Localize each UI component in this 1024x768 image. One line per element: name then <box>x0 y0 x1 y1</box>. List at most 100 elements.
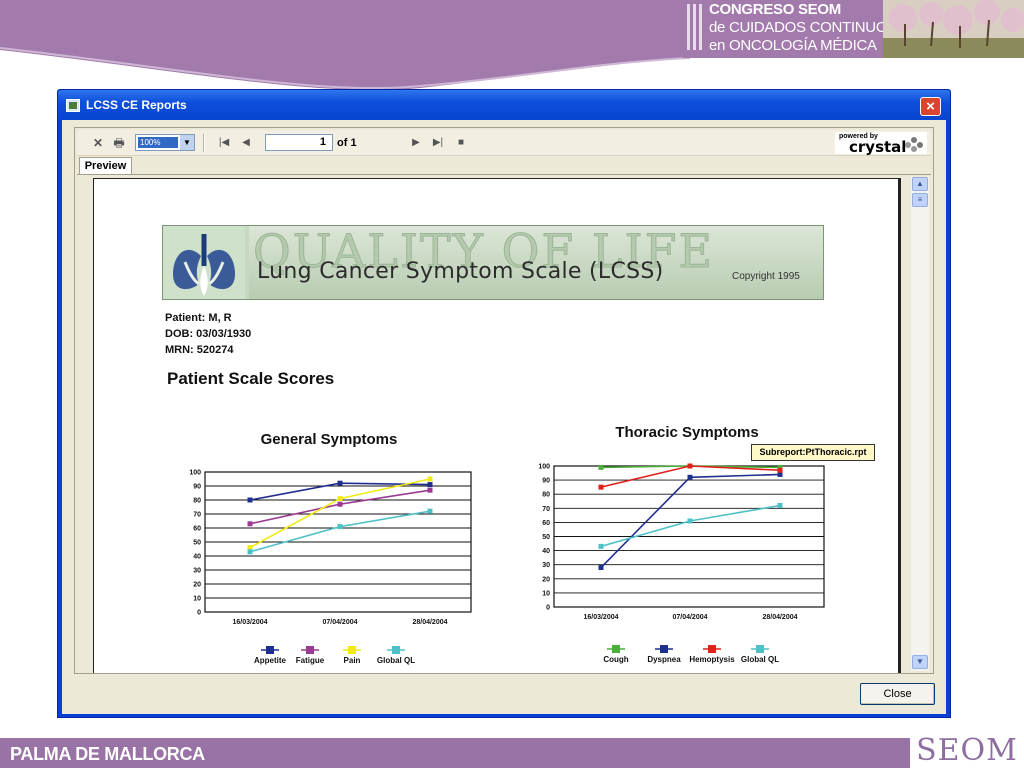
slide-header: CONGRESO SEOM de CUIDADOS CONTINUOS en O… <box>0 0 1024 100</box>
first-page-icon[interactable]: |◀ <box>217 134 231 152</box>
zoom-select[interactable]: 100% ▼ <box>135 134 195 151</box>
x-tick-label: 28/04/2004 <box>412 619 447 626</box>
report-viewer: ✕ 🖶 100% ▼ |◀ ◀ 1 of 1 ▶ ▶| ■ powered by… <box>74 127 934 674</box>
y-tick-label: 100 <box>189 470 201 477</box>
slide-footer: PALMA DE MALLORCA SEOM <box>0 734 1024 768</box>
conference-line-3: en ONCOLOGÍA MÉDICA <box>709 37 877 54</box>
y-tick-label: 90 <box>193 484 201 491</box>
footer-city: PALMA DE MALLORCA <box>10 744 205 764</box>
previous-page-icon[interactable]: ◀ <box>239 134 253 152</box>
tab-preview[interactable]: Preview <box>79 157 132 174</box>
data-point <box>598 543 604 549</box>
orchard-photo <box>883 0 1024 58</box>
page-number-input[interactable]: 1 <box>265 134 333 151</box>
data-point <box>337 480 343 486</box>
scroll-thumb[interactable]: ≡ <box>912 193 928 207</box>
toolbar-divider <box>203 134 205 152</box>
presentation-slide: CONGRESO SEOM de CUIDADOS CONTINUOS en O… <box>0 0 1024 768</box>
legend-label: Global QL <box>377 656 415 665</box>
y-tick-label: 70 <box>542 506 550 513</box>
data-point <box>598 464 604 470</box>
data-point <box>687 518 693 524</box>
x-tick-label: 07/04/2004 <box>322 619 357 626</box>
y-tick-label: 0 <box>197 610 201 617</box>
legend-label: Global QL <box>741 655 779 664</box>
data-point <box>427 476 433 482</box>
legend-marker <box>660 645 668 653</box>
data-point <box>777 467 783 473</box>
y-tick-label: 0 <box>546 605 550 612</box>
y-tick-label: 10 <box>193 596 201 603</box>
data-point <box>337 496 343 502</box>
close-button[interactable]: Close <box>860 683 935 705</box>
y-tick-label: 50 <box>542 534 550 541</box>
conference-logo: CONGRESO SEOM de CUIDADOS CONTINUOS en O… <box>683 0 897 58</box>
chevron-down-icon[interactable]: ▼ <box>180 135 194 150</box>
x-tick-label: 07/04/2004 <box>672 614 707 621</box>
data-point <box>337 501 343 507</box>
vertical-scrollbar[interactable]: ▲ ≡ ▼ <box>911 177 929 671</box>
data-point <box>777 502 783 508</box>
window-close-button[interactable]: × <box>920 97 941 116</box>
x-tick-label: 16/03/2004 <box>232 619 267 626</box>
lcss-reports-window: LCSS CE Reports × ✕ 🖶 100% ▼ |◀ ◀ 1 of 1 <box>57 89 951 718</box>
close-view-icon[interactable]: ✕ <box>91 134 105 152</box>
x-tick-label: 16/03/2004 <box>583 614 618 621</box>
y-tick-label: 80 <box>193 498 201 505</box>
legend-marker <box>756 645 764 653</box>
conference-line-1: CONGRESO SEOM <box>709 1 841 18</box>
y-tick-label: 60 <box>193 526 201 533</box>
crystal-brand: crystal <box>849 138 907 156</box>
data-point <box>247 497 253 503</box>
data-point <box>427 482 433 488</box>
y-tick-label: 20 <box>542 576 550 583</box>
data-point <box>427 508 433 514</box>
data-point <box>247 549 253 555</box>
legend-label: Appetite <box>254 656 287 665</box>
data-point <box>427 487 433 493</box>
y-tick-label: 30 <box>542 562 550 569</box>
y-tick-label: 70 <box>193 512 201 519</box>
legend-label: Pain <box>344 656 361 665</box>
stop-icon[interactable]: ■ <box>455 134 467 152</box>
data-point <box>337 524 343 530</box>
scroll-up-icon[interactable]: ▲ <box>912 177 928 191</box>
print-icon[interactable]: 🖶 <box>111 134 127 152</box>
conference-line-2: de CUIDADOS CONTINUOS <box>709 19 897 36</box>
window-titlebar[interactable]: LCSS CE Reports × <box>58 90 950 120</box>
last-page-icon[interactable]: ▶| <box>431 134 445 152</box>
report-page: QUALITY OF LIFE Lung Cancer Symptom Scal… <box>93 178 901 673</box>
app-icon <box>66 99 80 112</box>
charts-canvas: 010203040506070809010016/03/2004 07/04/20… <box>189 463 825 665</box>
crystal-dots-icon <box>905 137 923 152</box>
legend-label: Dyspnea <box>647 655 681 664</box>
data-point <box>598 484 604 490</box>
data-point <box>687 474 693 480</box>
legend-marker <box>392 646 400 654</box>
crystal-reports-logo: powered by crystal <box>835 132 927 156</box>
legend-marker <box>348 646 356 654</box>
zoom-value: 100% <box>138 137 178 148</box>
legend-marker <box>266 646 274 654</box>
window-client-area: ✕ 🖶 100% ▼ |◀ ◀ 1 of 1 ▶ ▶| ■ powered by… <box>62 120 946 714</box>
y-tick-label: 80 <box>542 492 550 499</box>
legend-label: Hemoptysis <box>689 655 735 664</box>
legend-label: Cough <box>603 655 628 664</box>
y-tick-label: 40 <box>193 554 201 561</box>
y-tick-label: 90 <box>542 478 550 485</box>
legend-marker <box>612 645 620 653</box>
scroll-down-icon[interactable]: ▼ <box>912 655 928 669</box>
y-tick-label: 60 <box>542 520 550 527</box>
window-title: LCSS CE Reports <box>86 98 187 112</box>
y-tick-label: 10 <box>542 590 550 597</box>
next-page-icon[interactable]: ▶ <box>409 134 423 152</box>
viewer-toolbar: ✕ 🖶 100% ▼ |◀ ◀ 1 of 1 ▶ ▶| ■ powered by… <box>77 130 931 156</box>
y-tick-label: 100 <box>538 464 550 471</box>
page-total: of 1 <box>337 137 357 149</box>
conference-bars-icon <box>687 4 705 50</box>
y-tick-label: 40 <box>542 548 550 555</box>
y-tick-label: 20 <box>193 582 201 589</box>
seom-logo: SEOM <box>910 734 1024 768</box>
data-point <box>598 565 604 571</box>
data-point <box>247 521 253 527</box>
